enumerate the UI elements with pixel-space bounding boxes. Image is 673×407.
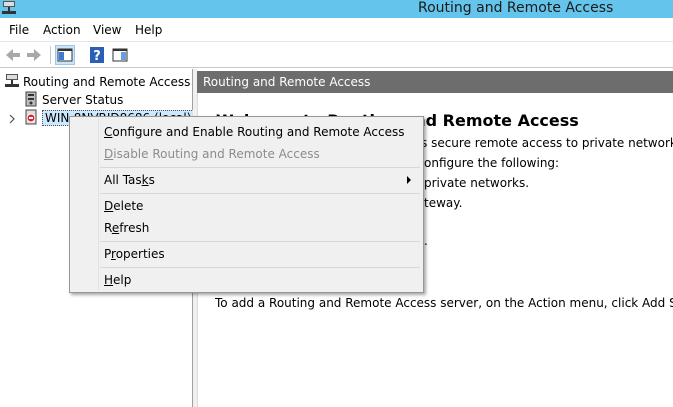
server-stopped-icon [25,109,37,125]
tree-expand-arrow-icon[interactable] [8,114,16,124]
menu-separator [100,167,420,168]
menu-separator [100,241,420,242]
menu-separator [100,193,420,194]
description-line-1: s secure remote access to private networ… [421,136,673,150]
description-line-5: . [424,234,428,248]
svg-text:?: ? [93,49,101,64]
tree-node-server-status[interactable]: Server Status [23,91,123,109]
back-arrow-icon [6,49,20,61]
server-status-icon [25,91,37,107]
add-server-instruction: To add a Routing and Remote Access serve… [215,296,673,310]
context-menu: Configure and Enable Routing and Remote … [69,116,424,293]
description-line-2: onfigure the following: [424,156,560,170]
tree-node-root-label: Routing and Remote Access [23,75,191,89]
menu-item-configure-enable[interactable]: Configure and Enable Routing and Remote … [72,121,421,143]
console-tree-icon [57,48,73,62]
menu-item-refresh[interactable]: Refresh [72,217,421,239]
menu-help[interactable]: Help [135,22,162,38]
forward-button[interactable] [24,45,44,65]
help-icon: ? [90,47,104,64]
right-pane-header: Routing and Remote Access [197,71,673,93]
menu-bar: File Action View Help [0,18,673,42]
toolbar-separator [50,46,51,64]
menu-file[interactable]: File [9,22,29,38]
toolbar: ? [0,42,673,68]
routing-root-icon [5,74,19,87]
action-pane-button[interactable] [110,45,130,65]
show-hide-console-tree-button[interactable] [55,45,75,65]
menu-action[interactable]: Action [43,22,81,38]
routing-app-icon [2,1,16,14]
description-line-4: teway. [424,196,463,210]
action-pane-icon [112,48,128,62]
back-button[interactable] [3,45,23,65]
submenu-arrow-icon [407,176,411,184]
menu-item-delete[interactable]: Delete [72,195,421,217]
title-bar: Routing and Remote Access [0,0,673,18]
tree-node-root[interactable]: Routing and Remote Access [4,73,190,91]
menu-item-disable: Disable Routing and Remote Access [104,147,320,161]
menu-item-all-tasks[interactable]: All Tasks [72,169,421,191]
menu-item-properties[interactable]: Properties [72,243,421,265]
tree-node-server-status-label: Server Status [42,93,124,107]
menu-separator [100,267,420,268]
help-button[interactable]: ? [87,45,107,65]
menu-view[interactable]: View [93,22,121,38]
forward-arrow-icon [27,49,41,61]
window-title: Routing and Remote Access [418,0,614,16]
description-line-3: private networks. [424,176,530,190]
menu-item-help[interactable]: Help [72,269,421,291]
